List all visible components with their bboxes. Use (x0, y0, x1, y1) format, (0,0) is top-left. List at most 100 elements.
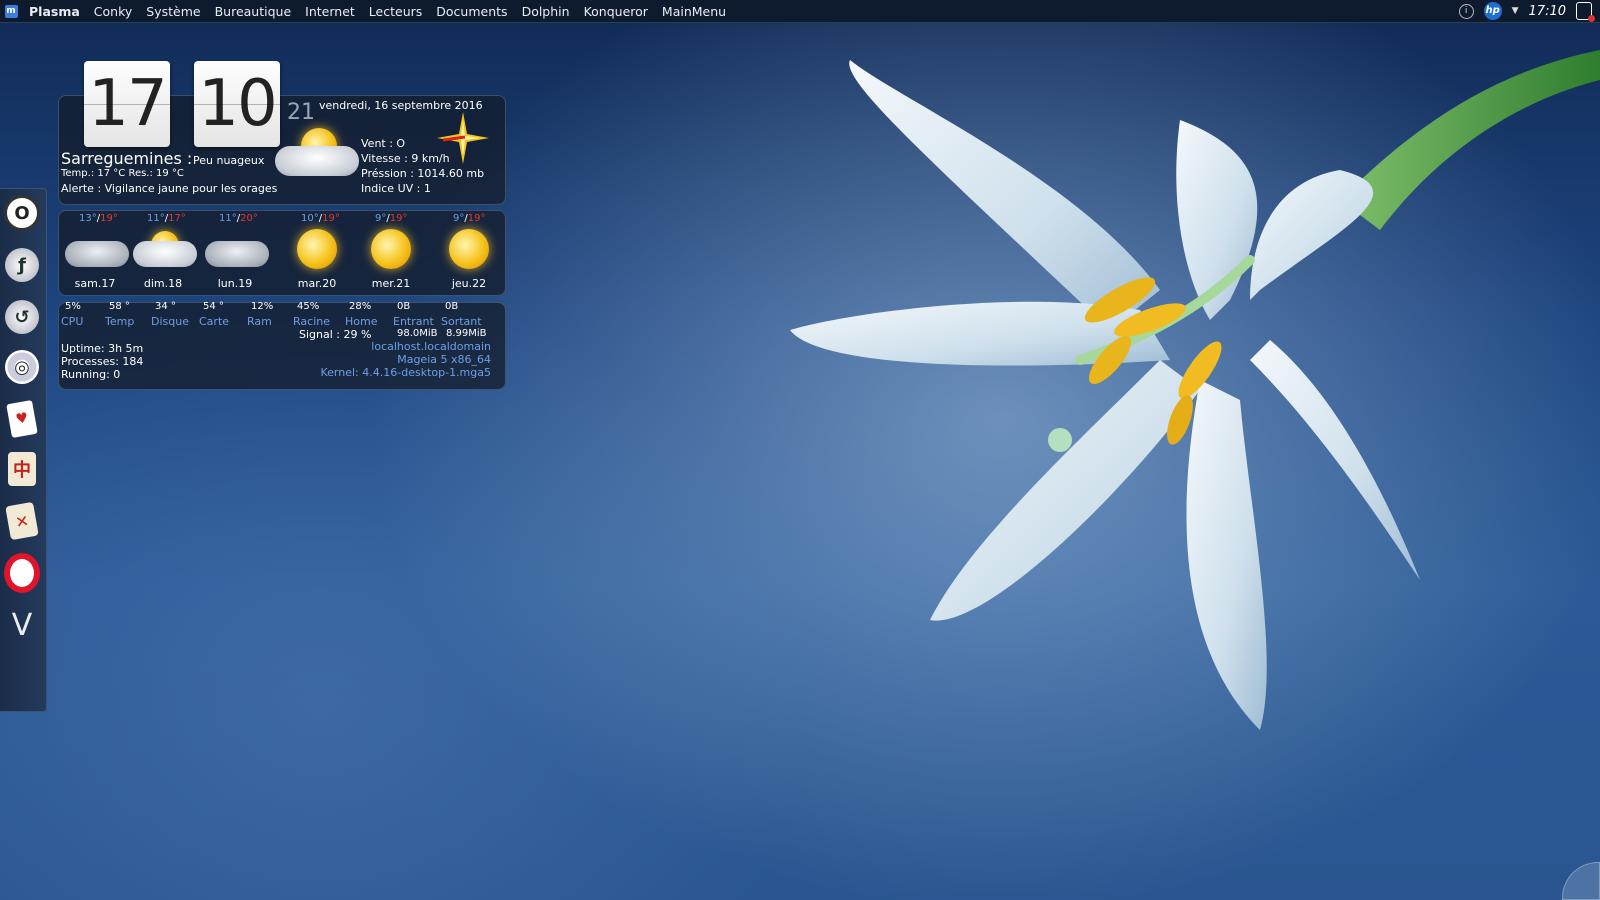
desktop-toolbox-icon[interactable] (1562, 862, 1600, 900)
info-icon[interactable]: i (1458, 3, 1474, 19)
weather-temperature: Temp.: 17 °C Res.: 19 °C (61, 168, 184, 179)
conky-system-panel: 5% CPU 58 ° Temp 34 ° Disque 54 ° Carte 12% Ram 45… (58, 301, 506, 390)
forecast-day-label: sam.17 (74, 277, 116, 290)
menu-documents[interactable]: Documents (429, 4, 514, 19)
processes: Processes: 184 (61, 355, 144, 368)
weather-uv: Indice UV : 1 (361, 182, 431, 195)
forecast-day-label: lun.19 (217, 277, 253, 290)
tray-expand-icon[interactable]: ▼ (1512, 6, 1519, 16)
weather-alert: Alerte : Vigilance jaune pour les orages (61, 182, 278, 195)
chrome-icon: ◎ (5, 350, 39, 384)
weather-wind: Vent : O (361, 137, 406, 150)
sun-cloud-icon (133, 227, 197, 273)
distro: Mageia 5 x86_64 (397, 353, 491, 366)
stat-value: 54 ° (203, 301, 224, 312)
dock-item-opera[interactable]: O (3, 193, 41, 233)
stat-label: Temp (105, 315, 135, 328)
stat-label: Home (345, 315, 378, 328)
dock-item-thunderbird[interactable]: ↺ (3, 297, 41, 337)
dock-item-mahjong[interactable]: 中 (3, 449, 41, 489)
compass-icon (435, 110, 491, 166)
stat-value: 58 ° (109, 301, 130, 312)
dock-item-vivaldi[interactable]: V (3, 605, 41, 645)
menu-plasma[interactable]: Plasma (22, 4, 87, 19)
forecast-max: 19° (100, 213, 118, 224)
menu-konqueror[interactable]: Konqueror (577, 4, 655, 19)
menu-systeme[interactable]: Système (139, 4, 207, 19)
forecast-min: 11° (219, 213, 237, 224)
clock-hours-card: 17 (84, 61, 170, 147)
rain-cloud-icon (205, 227, 269, 273)
forecast-min: 11° (147, 213, 165, 224)
user-switch-icon[interactable] (1576, 2, 1595, 22)
stat-value: 5% (65, 301, 81, 312)
sun-icon (439, 227, 499, 273)
sun-icon (361, 227, 421, 273)
forecast-day-label: mer.21 (371, 277, 411, 290)
current-weather-cloud-icon (275, 128, 359, 182)
solitaire-cards-icon: ♥ (6, 400, 38, 438)
top-panel: m Plasma Conky Système Bureautique Inter… (0, 0, 1600, 23)
forecast-day: 11°/17° dim.18 (129, 211, 197, 295)
hostname: localhost.localdomain (371, 340, 491, 353)
dock-item-solitaire[interactable]: ♥ (3, 399, 41, 439)
forecast-day-label: dim.18 (143, 277, 183, 290)
forecast-day: 10°/19° mar.20 (283, 211, 351, 295)
clock-minutes-card: 10 (194, 61, 280, 147)
stat-label: Disque (151, 315, 189, 328)
launcher-icon: m (4, 4, 18, 18)
stat-label: Ram (247, 315, 272, 328)
forecast-day: 9°/19° jeu.22 (435, 211, 503, 295)
dock-item-firefox[interactable]: ƒ (3, 245, 41, 285)
menu-dolphin[interactable]: Dolphin (515, 4, 577, 19)
sun-icon (287, 227, 347, 273)
weather-pressure: Préssion : 1014.60 mb (361, 167, 485, 180)
uptime: Uptime: 3h 5m (61, 342, 144, 355)
wallpaper-lily (790, 50, 1600, 730)
storm-cloud-icon (65, 227, 129, 273)
forecast-min: 9° (375, 213, 387, 224)
vivaldi-icon: V (11, 607, 33, 643)
weather-condition: Peu nuageux (193, 154, 265, 167)
panel-menu: Plasma Conky Système Bureautique Interne… (22, 4, 733, 19)
dock-item-mahjong-2[interactable]: ✕ (3, 501, 41, 541)
mahjong-tile-icon: 中 (8, 452, 36, 486)
stat-value: 34 ° (155, 301, 176, 312)
stat-label: Entrant (393, 315, 434, 328)
application-launcher[interactable]: m (0, 0, 22, 22)
dock-item-chrome[interactable]: ◎ (3, 347, 41, 387)
dock-item-opera-red[interactable] (3, 553, 41, 593)
stat-label: CPU (61, 315, 84, 328)
stat-value: 0B (445, 301, 459, 312)
stat-label: Racine (293, 315, 330, 328)
forecast-day: 9°/19° mer.21 (357, 211, 425, 295)
menu-bureautique[interactable]: Bureautique (208, 4, 299, 19)
stat-value: 0B (397, 301, 411, 312)
kernel-version: Kernel: 4.4.16-desktop-1.mga5 (320, 366, 492, 379)
opera-icon: O (4, 195, 40, 231)
weather-city: Sarreguemines : (61, 149, 193, 168)
running-processes: Running: 0 (61, 368, 121, 381)
thunderbird-icon: ↺ (5, 300, 39, 334)
hp-printer-icon[interactable]: hp (1483, 2, 1502, 20)
forecast-min: 10° (301, 213, 319, 224)
stat-label: Sortant (441, 315, 482, 328)
forecast-day-label: jeu.22 (451, 277, 487, 290)
stat-value: 28% (349, 301, 372, 312)
stat-label: Carte (199, 315, 230, 328)
application-dock: O ƒ ↺ ◎ ♥ 中 ✕ V (0, 188, 47, 712)
forecast-max: 17° (168, 213, 186, 224)
menu-lecteurs[interactable]: Lecteurs (362, 4, 429, 19)
menu-internet[interactable]: Internet (298, 4, 362, 19)
system-tray: i hp ▼ 17:10 (1458, 0, 1595, 22)
menu-mainmenu[interactable]: MainMenu (655, 4, 733, 19)
panel-clock[interactable]: 17:10 (1529, 4, 1566, 19)
mahjong-tile-2-icon: ✕ (5, 501, 39, 541)
stat-value: 12% (251, 301, 274, 312)
forecast-max: 19° (322, 213, 340, 224)
forecast-max: 19° (467, 213, 486, 224)
menu-conky[interactable]: Conky (87, 4, 140, 19)
forecast-min: 13° (79, 213, 97, 224)
forecast-day-label: mar.20 (297, 277, 337, 290)
forecast-day: 13°/19° sam.17 (61, 211, 129, 295)
